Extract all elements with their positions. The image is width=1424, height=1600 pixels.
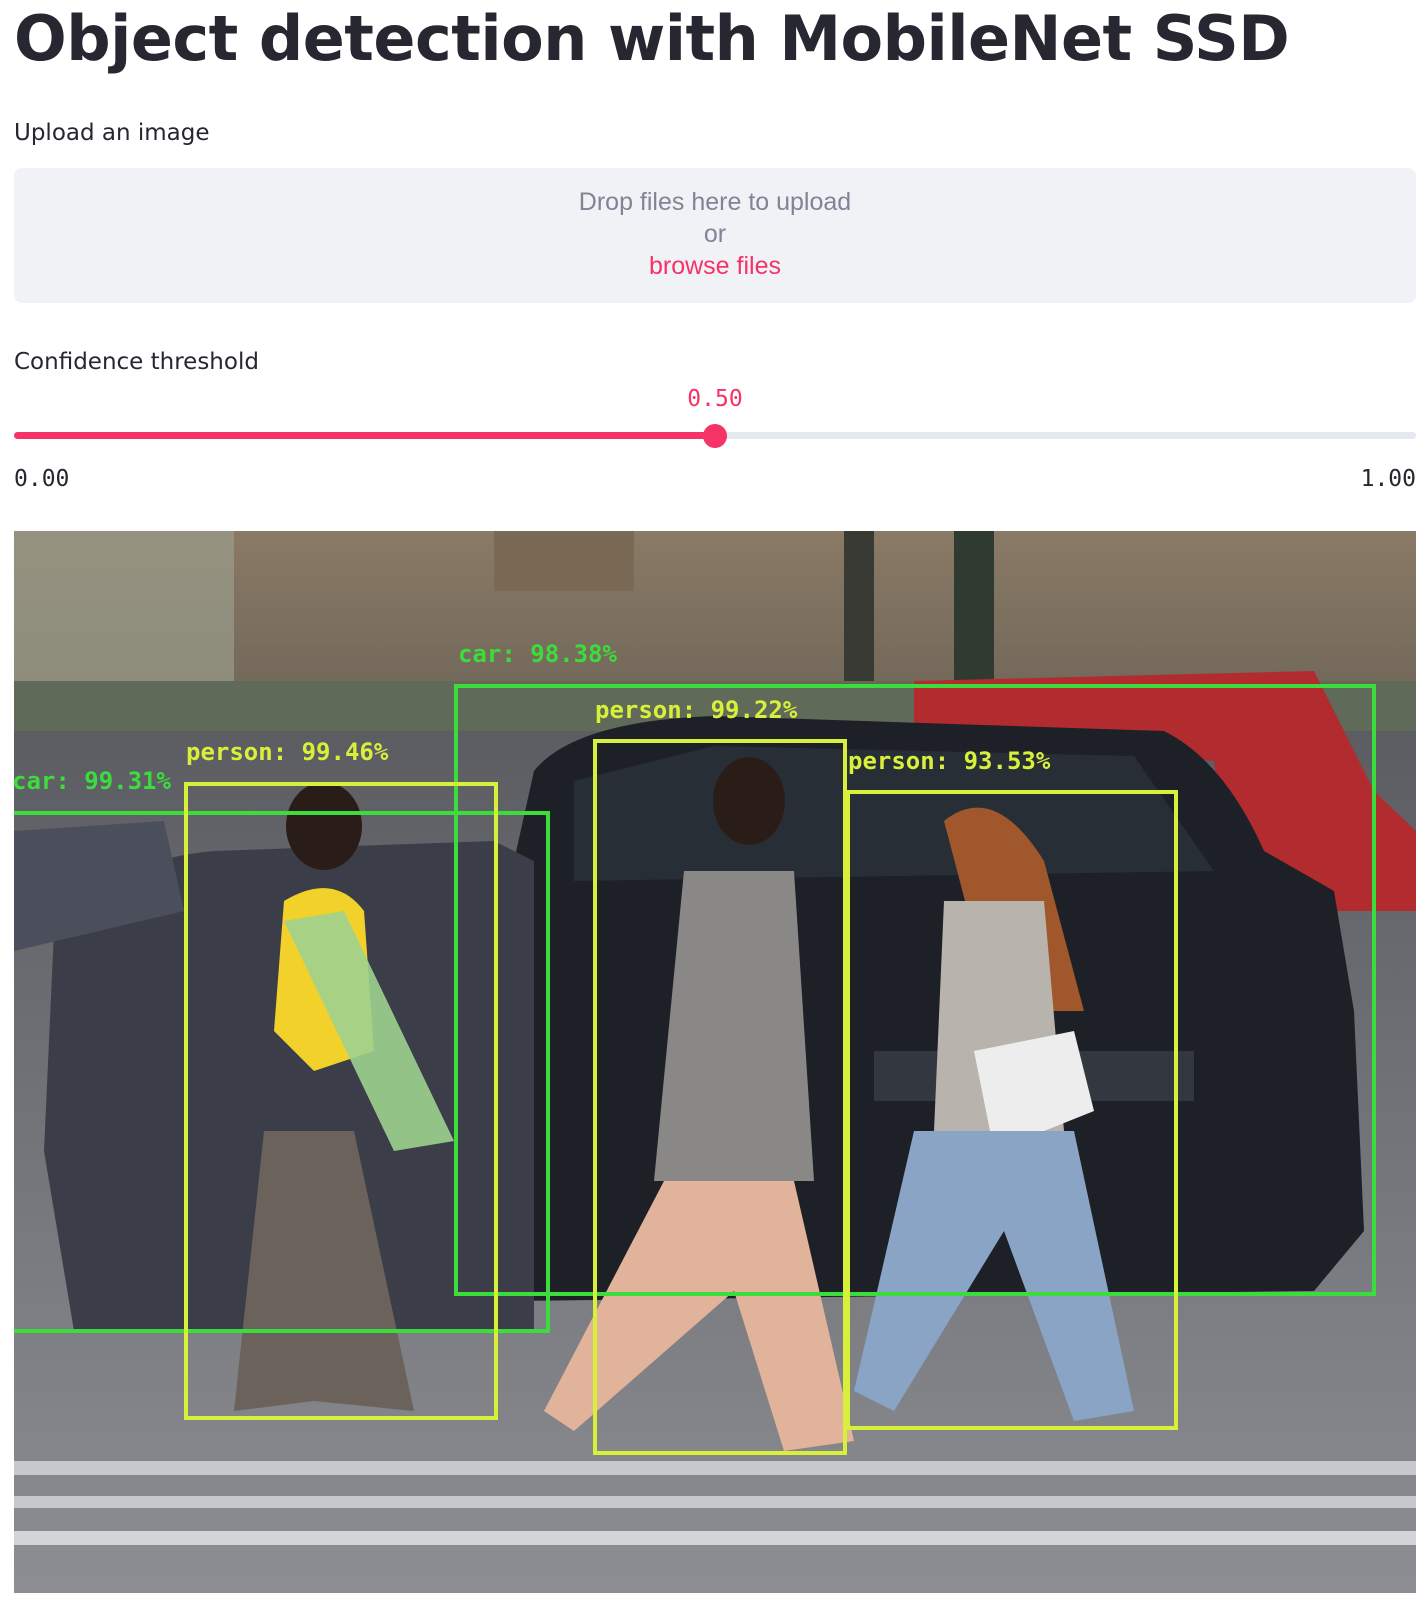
detection-label-car-2: car: 99.31% [14,767,171,795]
slider-thumb[interactable] [703,424,727,448]
slider-max-label: 1.00 [1360,466,1416,492]
slider-label: Confidence threshold [14,349,259,375]
detection-label-person-2: person: 99.22% [595,696,798,724]
detection-label-person-3: person: 93.53% [848,747,1051,775]
detection-label-person-1: person: 99.46% [186,738,389,766]
detection-label-car-1: car: 98.38% [458,640,617,668]
dropzone-instructions: Drop files here to upload [578,188,852,216]
detection-result-image: car: 98.38% car: 99.31% person: 99.46% p… [14,531,1416,1593]
confidence-slider[interactable]: 0.50 0.00 1.00 [14,380,1416,500]
page-title: Object detection with MobileNet SSD [14,2,1290,75]
file-dropzone[interactable]: Drop files here to upload or browse file… [14,168,1416,303]
uploader-label: Upload an image [14,120,210,146]
slider-current-value: 0.50 [687,386,743,412]
slider-fill [14,432,715,439]
browse-files-link[interactable]: browse files [649,250,781,282]
slider-min-label: 0.00 [14,466,70,492]
annotated-photo: car: 98.38% car: 99.31% person: 99.46% p… [14,531,1416,1593]
dropzone-or: or [703,220,727,248]
